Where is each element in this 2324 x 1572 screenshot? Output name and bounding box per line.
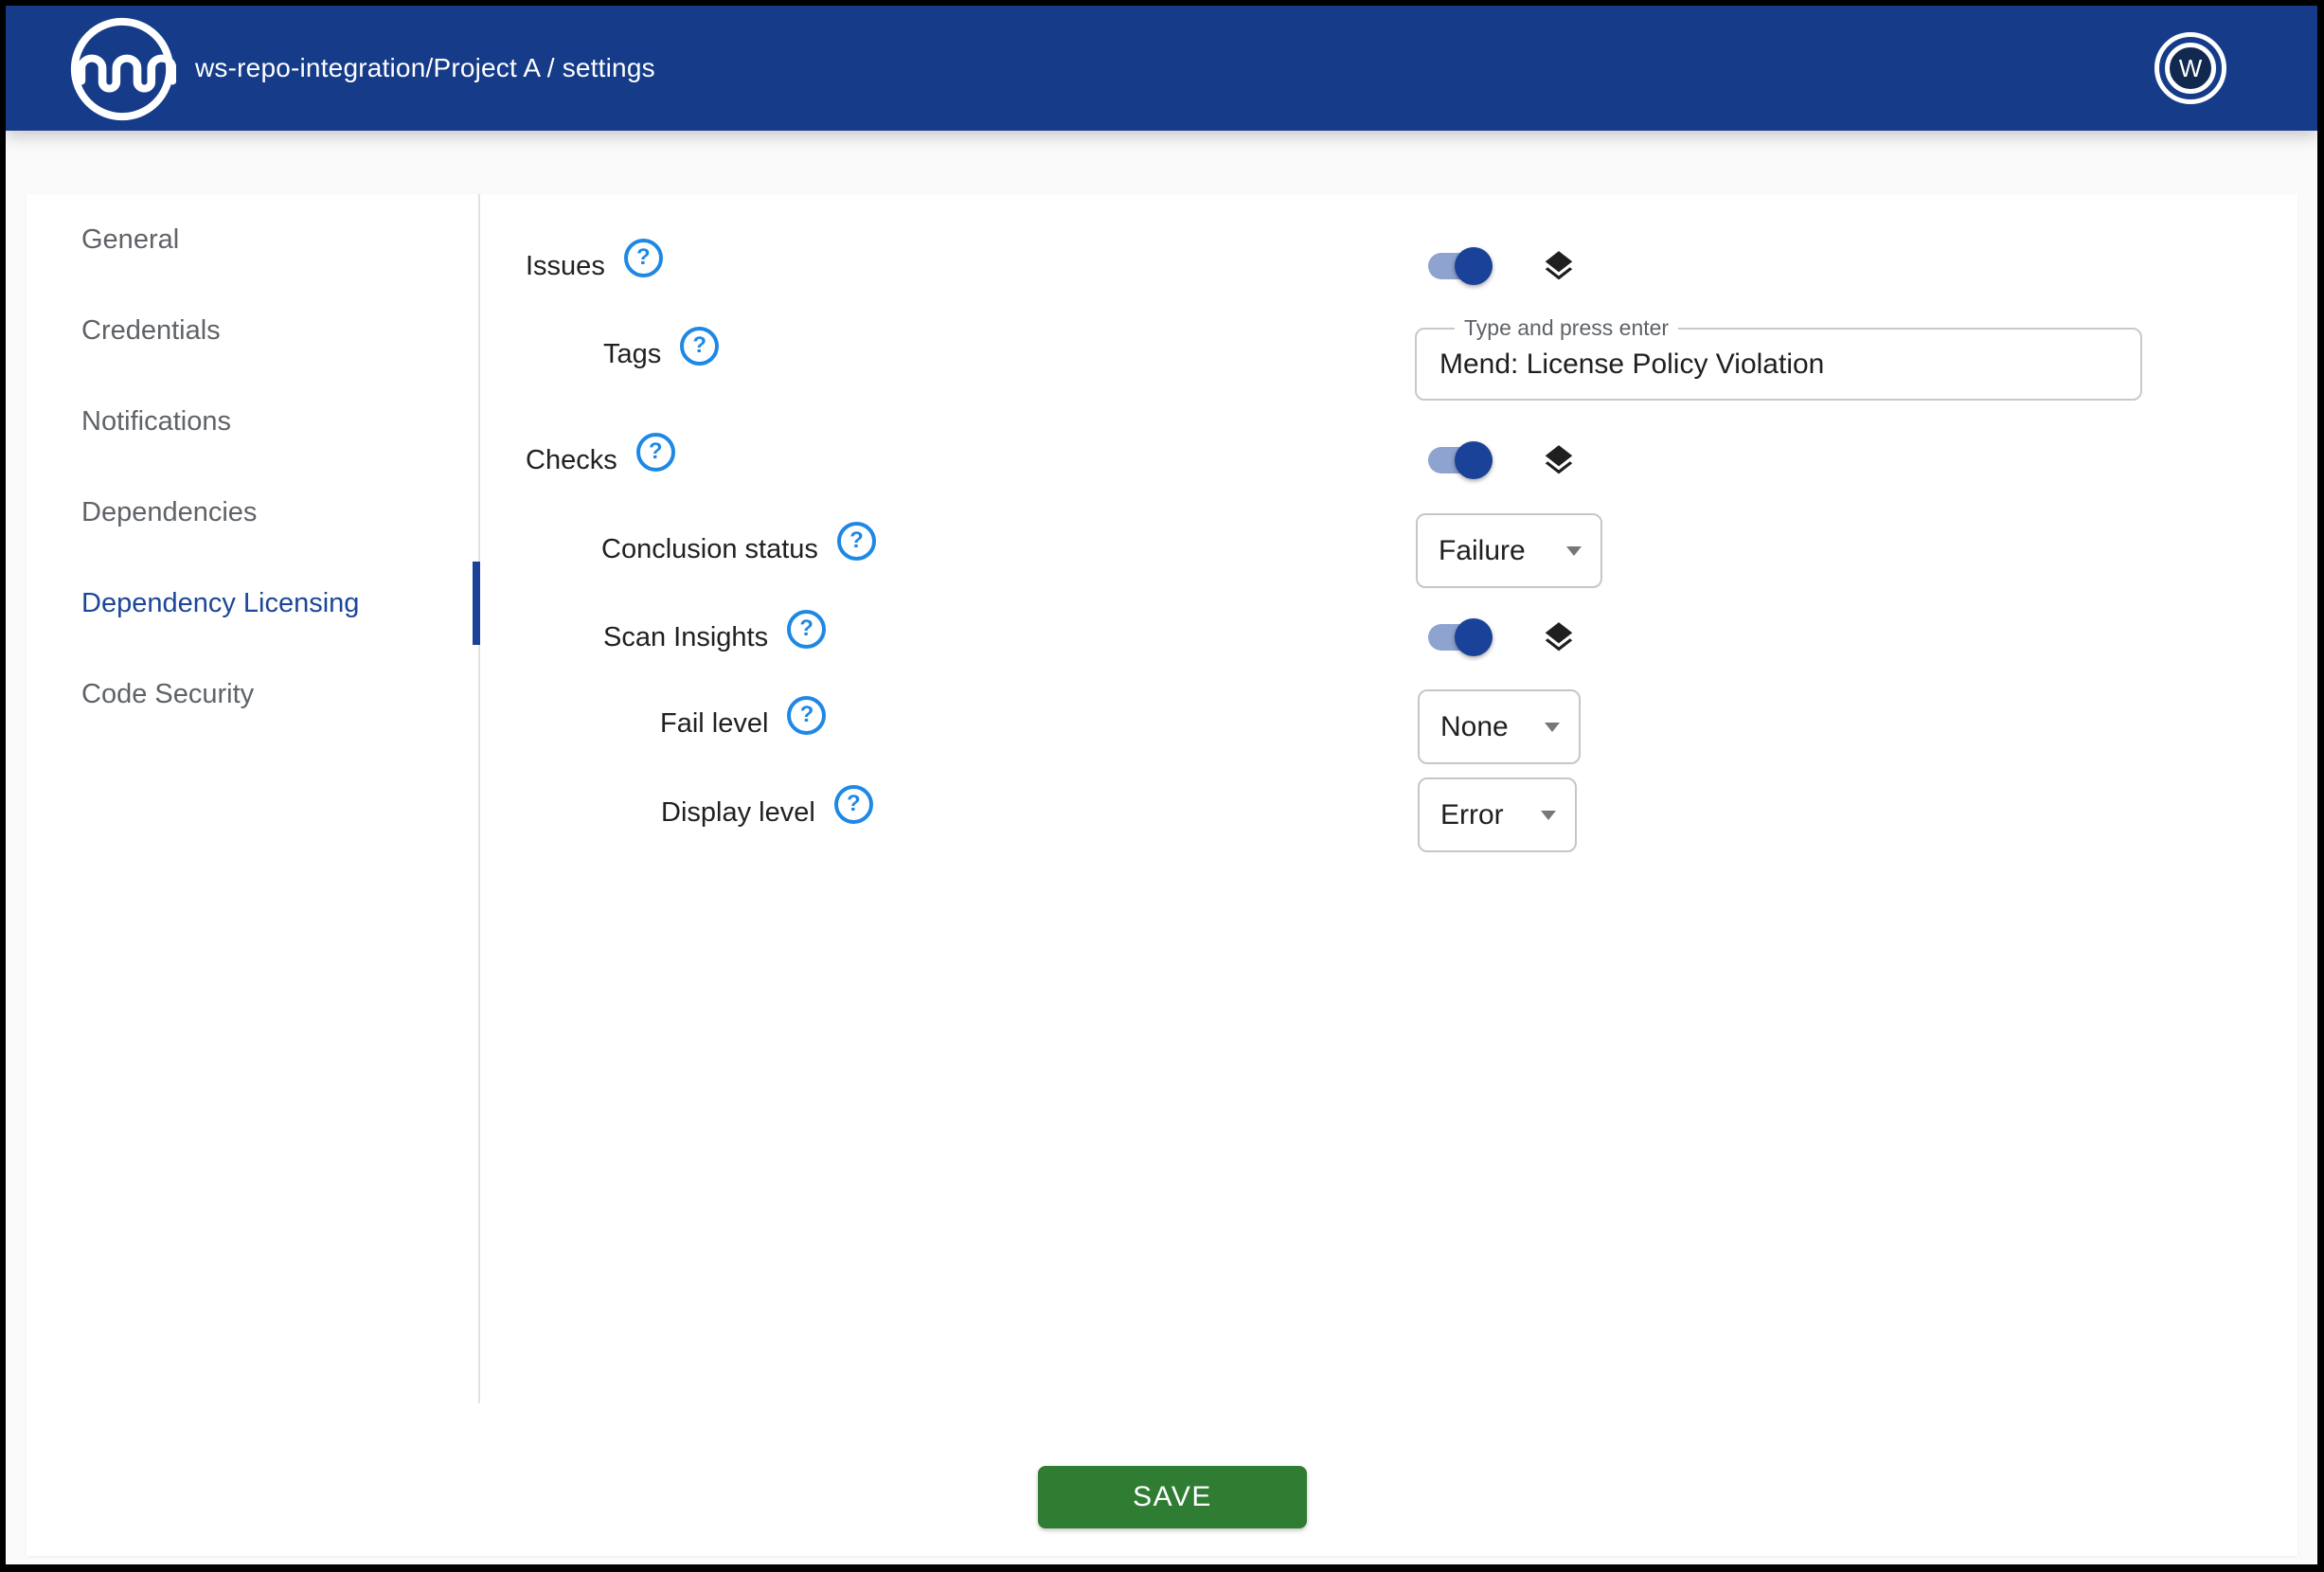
user-avatar[interactable]: W xyxy=(2154,32,2226,104)
settings-card: General Credentials Notifications Depend… xyxy=(27,194,2297,1556)
dropdown-caret-icon xyxy=(1541,811,1556,820)
sidebar-item-label: Credentials xyxy=(81,315,221,347)
fail-level-value: None xyxy=(1440,711,1509,743)
display-level-select[interactable]: Error xyxy=(1418,777,1577,852)
conclusion-status-value: Failure xyxy=(1439,535,1526,567)
fail-level-label-row: Fail level ? xyxy=(660,701,826,746)
display-level-label: Display level xyxy=(661,797,815,829)
tags-help-icon[interactable]: ? xyxy=(680,327,719,366)
issues-toggle[interactable] xyxy=(1428,253,1493,279)
active-item-indicator xyxy=(473,562,480,645)
issues-layers-icon[interactable] xyxy=(1541,248,1577,284)
app-window: ws-repo-integration/Project A / settings… xyxy=(6,6,2317,1564)
tags-field: Type and press enter xyxy=(1415,328,2142,401)
user-avatar-initial: W xyxy=(2165,43,2216,94)
checks-help-icon[interactable]: ? xyxy=(636,433,675,472)
sidebar-item-label: Notifications xyxy=(81,406,231,438)
sidebar-item-credentials[interactable]: Credentials xyxy=(27,285,478,376)
sidebar-item-label: Code Security xyxy=(81,679,254,710)
toggle-thumb xyxy=(1455,618,1493,656)
scan-insights-toggle[interactable] xyxy=(1428,624,1493,651)
fail-level-select[interactable]: None xyxy=(1418,689,1581,764)
conclusion-status-label: Conclusion status xyxy=(601,534,818,565)
settings-sidebar: General Credentials Notifications Depend… xyxy=(27,194,480,1403)
checks-label: Checks xyxy=(526,445,617,476)
checks-toggle[interactable] xyxy=(1428,447,1493,473)
mend-logo-icon xyxy=(68,15,176,123)
conclusion-status-select[interactable]: Failure xyxy=(1416,513,1602,588)
checks-layers-icon[interactable] xyxy=(1541,442,1577,478)
sidebar-item-label: Dependency Licensing xyxy=(81,588,359,619)
sidebar-item-label: General xyxy=(81,224,179,256)
sidebar-item-label: Dependencies xyxy=(81,497,257,528)
issues-help-icon[interactable]: ? xyxy=(624,239,663,277)
tags-label: Tags xyxy=(603,339,661,370)
scan-insights-label-row: Scan Insights ? xyxy=(603,615,826,660)
save-button[interactable]: SAVE xyxy=(1038,1466,1307,1528)
dropdown-caret-icon xyxy=(1566,546,1582,556)
checks-label-row: Checks ? xyxy=(526,438,675,483)
scan-insights-layers-icon[interactable] xyxy=(1541,619,1577,655)
dropdown-caret-icon xyxy=(1545,723,1560,732)
tags-label-row: Tags ? xyxy=(603,331,719,377)
scan-insights-label: Scan Insights xyxy=(603,622,768,653)
toggle-thumb xyxy=(1455,247,1493,285)
issues-label: Issues xyxy=(526,251,605,282)
issues-label-row: Issues ? xyxy=(526,243,663,289)
sidebar-item-general[interactable]: General xyxy=(27,194,478,285)
conclusion-status-help-icon[interactable]: ? xyxy=(837,522,876,561)
fail-level-help-icon[interactable]: ? xyxy=(787,696,826,735)
display-level-value: Error xyxy=(1440,799,1504,831)
sidebar-item-dependencies[interactable]: Dependencies xyxy=(27,467,478,558)
fail-level-label: Fail level xyxy=(660,708,768,740)
conclusion-status-label-row: Conclusion status ? xyxy=(601,527,876,572)
tags-field-label: Type and press enter xyxy=(1455,315,1678,341)
display-level-help-icon[interactable]: ? xyxy=(834,785,873,824)
breadcrumb[interactable]: ws-repo-integration/Project A / settings xyxy=(195,6,655,131)
sidebar-item-dependency-licensing[interactable]: Dependency Licensing xyxy=(27,558,478,649)
scan-insights-help-icon[interactable]: ? xyxy=(787,610,826,649)
display-level-label-row: Display level ? xyxy=(661,790,873,835)
sidebar-item-notifications[interactable]: Notifications xyxy=(27,376,478,467)
toggle-thumb xyxy=(1455,441,1493,479)
sidebar-item-code-security[interactable]: Code Security xyxy=(27,649,478,740)
top-navbar: ws-repo-integration/Project A / settings… xyxy=(6,6,2317,131)
